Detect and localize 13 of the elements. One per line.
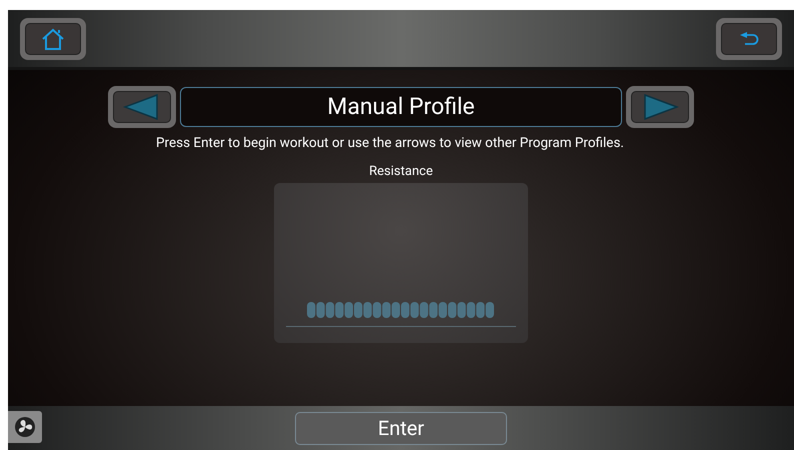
previous-button[interactable] xyxy=(108,86,176,128)
profile-title: Manual Profile xyxy=(180,87,622,127)
enter-button[interactable]: Enter xyxy=(295,412,507,444)
fan-button[interactable] xyxy=(8,411,42,443)
back-button[interactable] xyxy=(716,18,782,60)
next-button[interactable] xyxy=(626,86,694,128)
home-icon xyxy=(40,26,66,50)
left-triangle-icon xyxy=(123,94,161,120)
chart-label: Resistance xyxy=(369,164,433,180)
home-button[interactable] xyxy=(20,18,86,60)
instructions-text: Press Enter to begin workout or use the arrows to view other Program Profiles. xyxy=(156,135,625,151)
fan-icon xyxy=(14,416,36,438)
return-arrow-icon xyxy=(738,32,760,46)
